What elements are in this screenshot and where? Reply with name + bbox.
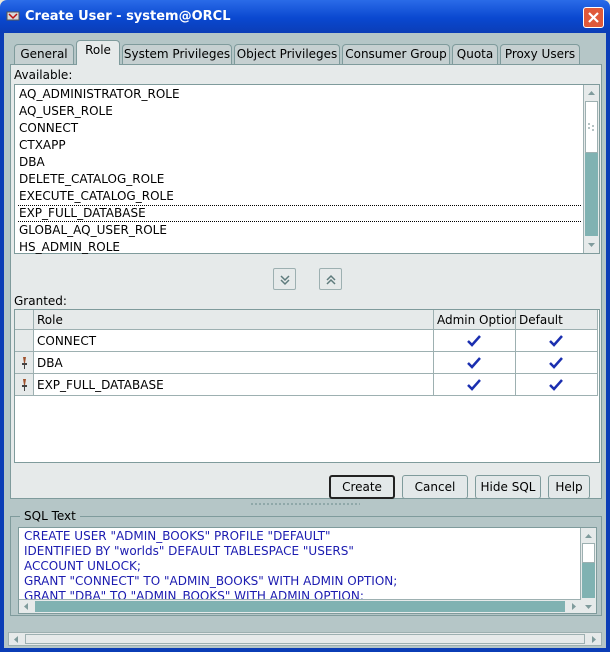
cancel-button[interactable]: Cancel [402,475,468,499]
sql-vertical-scrollbar[interactable] [580,528,596,613]
sql-horizontal-scrollbar[interactable] [19,599,581,613]
arrow-right-icon [572,603,576,610]
window-horizontal-scrollbar[interactable] [8,632,602,646]
list-item[interactable]: GLOBAL_AQ_USER_ROLE [19,222,167,239]
available-label: Available: [14,68,73,82]
arrow-up-icon [585,534,592,538]
scroll-thumb[interactable] [35,601,565,612]
create-button[interactable]: Create [329,475,395,499]
table-cell-role[interactable]: DBA [34,352,434,374]
scroll-track[interactable] [582,563,595,598]
list-item[interactable]: CONNECT [19,120,78,137]
list-item[interactable]: HS_ADMIN_ROLE [19,239,120,256]
checkmark-icon [549,335,563,347]
arrow-up-icon [588,91,595,95]
sql-line: IDENTIFIED BY "worlds" DEFAULT TABLESPAC… [24,544,354,558]
scroll-thumb[interactable] [585,101,598,153]
granted-label: Granted: [14,294,67,308]
tab-label: Consumer Group [345,47,447,61]
close-icon [588,12,599,23]
checkmark-icon [467,335,481,347]
scroll-track[interactable] [585,153,598,236]
arrow-left-icon [24,603,28,610]
revoke-role-button[interactable] [319,268,342,290]
table-cell-admin-option[interactable] [434,330,516,352]
arrow-down-icon [585,605,592,609]
list-item[interactable]: DBA [19,154,45,171]
table-cell-role[interactable]: CONNECT [34,330,434,352]
tab-role[interactable]: Role [76,40,120,65]
row-marker[interactable] [15,330,34,352]
scroll-thumb[interactable] [582,543,595,563]
tab-label: General [20,47,68,61]
window-title: Create User - system@ORCL [25,9,231,24]
table-cell-default[interactable] [516,374,598,396]
tab-proxy-users[interactable]: Proxy Users [500,44,580,64]
row-header-corner [15,310,34,330]
sql-line: CREATE USER "ADMIN_BOOKS" PROFILE "DEFAU… [24,529,331,543]
arrow-down-icon [588,243,595,247]
tab-consumer-group[interactable]: Consumer Group [342,44,450,64]
tab-label: Role [85,43,111,57]
chevron-up-icon [326,274,336,285]
table-cell-default[interactable] [516,352,598,374]
granted-roles-table: Role Admin Option Default CONNECT DBA EX… [14,309,600,463]
list-item[interactable]: CTXAPP [19,137,66,154]
help-button[interactable]: Help [548,475,590,499]
tab-label: Proxy Users [504,47,576,61]
splitter-grip[interactable] [250,502,360,506]
table-cell-admin-option[interactable] [434,374,516,396]
list-item[interactable]: DELETE_CATALOG_ROLE [19,171,164,188]
scroll-up-button[interactable] [582,529,595,543]
sql-text-area[interactable]: CREATE USER "ADMIN_BOOKS" PROFILE "DEFAU… [18,527,597,614]
scroll-up-button[interactable] [585,86,598,100]
list-item[interactable]: AQ_USER_ROLE [19,103,113,120]
title-bar: Create User - system@ORCL [0,0,610,33]
scroll-thumb[interactable] [25,634,585,644]
grip-icon [588,123,594,131]
checkmark-icon [549,379,563,391]
tab-object-privileges[interactable]: Object Privileges [234,44,340,64]
checkmark-icon [467,379,481,391]
column-header-admin-option[interactable]: Admin Option [434,310,519,330]
checkmark-icon [467,357,481,369]
new-row-pin-icon [22,357,27,369]
list-item[interactable]: AQ_ADMINISTRATOR_ROLE [19,86,180,103]
tab-label: System Privileges [123,47,231,61]
sql-line: GRANT "CONNECT" TO "ADMIN_BOOKS" WITH AD… [24,574,398,588]
tab-label: Object Privileges [236,47,338,61]
row-marker[interactable] [15,374,34,396]
tab-system-privileges[interactable]: System Privileges [122,44,232,64]
tab-quota[interactable]: Quota [452,44,498,64]
oracle-app-icon [6,11,20,21]
scroll-down-button[interactable] [582,600,595,613]
grant-role-button[interactable] [273,268,296,290]
hide-sql-button[interactable]: Hide SQL [475,475,541,499]
list-item[interactable]: EXECUTE_CATALOG_ROLE [19,188,174,205]
scroll-down-button[interactable] [585,238,598,252]
close-button[interactable] [583,7,604,28]
new-row-pin-icon [22,379,27,391]
table-cell-role[interactable]: EXP_FULL_DATABASE [34,374,434,396]
list-item-focused[interactable]: EXP_FULL_DATABASE [18,205,581,222]
row-marker[interactable] [15,352,34,374]
chevron-down-icon [280,275,290,286]
column-header-default[interactable]: Default [516,310,598,330]
tab-general[interactable]: General [14,44,74,64]
sql-text-label: SQL Text [20,509,80,523]
available-roles-list[interactable]: AQ_ADMINISTRATOR_ROLE AQ_USER_ROLE CONNE… [14,84,600,254]
checkmark-icon [549,357,563,369]
tab-label: Quota [456,47,494,61]
table-cell-admin-option[interactable] [434,352,516,374]
available-vertical-scrollbar[interactable] [583,85,599,253]
column-header-role[interactable]: Role [34,310,434,330]
table-cell-default[interactable] [516,330,598,352]
sql-line: ACCOUNT UNLOCK; [24,559,141,573]
arrow-right-icon [592,636,596,643]
arrow-left-icon [14,636,18,643]
